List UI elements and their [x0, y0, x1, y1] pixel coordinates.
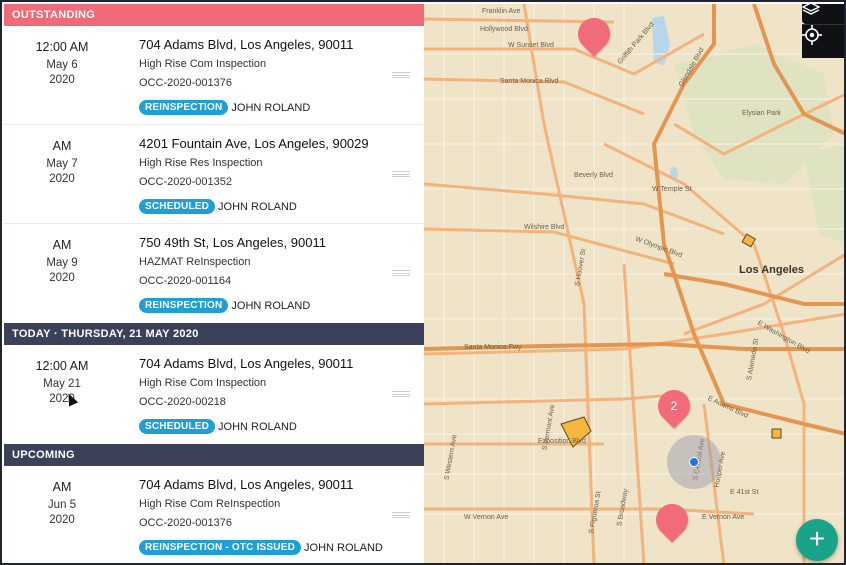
- item-type: High Rise Com ReInspection: [139, 498, 281, 510]
- item-case-number: OCC-2020-001376: [139, 77, 232, 89]
- status-badge: REINSPECTION - OTC ISSUED: [139, 540, 302, 555]
- list-item[interactable]: 12:00 AM May 6 2020 704 Adams Blvd, Los A…: [4, 26, 424, 125]
- item-type: High Rise Com Inspection: [139, 58, 267, 70]
- map-label-street: Wilshire Blvd: [524, 224, 565, 231]
- current-location-icon: [689, 457, 699, 467]
- item-address: 704 Adams Blvd, Los Angeles, 90011: [139, 477, 354, 492]
- layers-icon: [802, 4, 820, 15]
- item-inspector: JOHN ROLAND: [231, 299, 311, 312]
- item-type: High Rise Com Inspection: [139, 377, 267, 389]
- item-time: 12:00 AM: [35, 40, 89, 54]
- section-header-today: TODAY · THURSDAY, 21 MAY 2020: [4, 323, 424, 345]
- drag-handle-icon[interactable]: [392, 270, 410, 276]
- map-label-street: W Sunset Blvd: [508, 42, 554, 49]
- item-date: Jun 5 2020: [47, 499, 77, 526]
- status-badge: REINSPECTION: [139, 100, 229, 115]
- map-label-freeway: Santa Monica Fwy: [464, 344, 522, 351]
- item-time: AM: [52, 480, 72, 494]
- list-item[interactable]: AM May 7 2020 4201 Fountain Ave, Los Ange…: [4, 125, 424, 224]
- map-view[interactable]: Franklin Ave Hollywood Blvd W Sunset Blv…: [424, 4, 844, 563]
- locate-icon: [802, 25, 822, 45]
- drag-handle-icon[interactable]: [392, 171, 410, 177]
- map-city-label: Los Angeles: [739, 264, 804, 276]
- item-time: 12:00 AM: [35, 359, 89, 373]
- add-icon: +: [808, 523, 826, 554]
- item-time: AM: [52, 238, 72, 252]
- item-date: May 9 2020: [46, 257, 78, 284]
- map-label-street: E 41st St: [730, 489, 759, 496]
- item-address: 750 49th St, Los Angeles, 90011: [139, 235, 326, 250]
- list-item[interactable]: AM May 9 2020 750 49th St, Los Angeles, 9…: [4, 224, 424, 323]
- drag-handle-icon[interactable]: [392, 72, 410, 78]
- layers-button[interactable]: [802, 4, 844, 24]
- locate-button[interactable]: [802, 24, 844, 58]
- item-date: May 21 2020: [43, 378, 81, 405]
- map-label-street: Santa Monica Blvd: [500, 78, 559, 85]
- item-address: 704 Adams Blvd, Los Angeles, 90011: [139, 356, 354, 371]
- map-label-street: Franklin Ave: [482, 8, 521, 15]
- item-status-row: SCHEDULED JOHN ROLAND: [139, 419, 297, 434]
- map-label-street: W Vernon Ave: [464, 514, 509, 521]
- item-address: 704 Adams Blvd, Los Angeles, 90011: [139, 37, 354, 52]
- item-type: HAZMAT ReInspection: [139, 256, 251, 268]
- item-inspector: JOHN ROLAND: [218, 200, 297, 213]
- inspection-list[interactable]: OUTSTANDING 12:00 AM May 6 2020 704 Adams…: [4, 4, 424, 563]
- list-item[interactable]: AM Jun 5 2020 704 Adams Blvd, Los Angeles…: [4, 466, 424, 563]
- item-status-row: REINSPECTION JOHN ROLAND: [139, 100, 310, 115]
- item-inspector: JOHN ROLAND: [231, 101, 311, 114]
- drag-handle-icon[interactable]: [392, 391, 410, 397]
- status-badge: SCHEDULED: [139, 419, 216, 434]
- drag-handle-icon[interactable]: [392, 512, 410, 518]
- map-basemap: [424, 4, 844, 563]
- item-date: May 6 2020: [46, 59, 78, 86]
- cluster-count[interactable]: 2: [658, 390, 690, 422]
- item-type: High Rise Res Inspection: [139, 157, 263, 169]
- item-inspector: JOHN ROLAND: [304, 541, 383, 554]
- app-frame: OUTSTANDING 12:00 AM May 6 2020 704 Adams…: [0, 0, 846, 565]
- map-label-park: Elysian Park: [742, 110, 781, 117]
- map-label-street: E Vernon Ave: [702, 514, 745, 521]
- status-badge: SCHEDULED: [139, 199, 216, 214]
- list-item[interactable]: 12:00 AM May 21 2020 704 Adams Blvd, Los …: [4, 345, 424, 444]
- item-date: May 7 2020: [46, 158, 78, 185]
- item-address: 4201 Fountain Ave, Los Angeles, 90029: [139, 136, 369, 151]
- map-label-street: Beverly Blvd: [574, 172, 613, 179]
- section-header-upcoming: UPCOMING: [4, 444, 424, 466]
- item-case-number: OCC-2020-00218: [139, 396, 226, 408]
- item-status-row: REINSPECTION - OTC ISSUED JOHN ROLAND: [139, 540, 383, 555]
- item-inspector: JOHN ROLAND: [218, 420, 297, 433]
- item-case-number: OCC-2020-001352: [139, 176, 232, 188]
- section-header-outstanding: OUTSTANDING: [4, 4, 424, 26]
- item-time: AM: [52, 139, 72, 153]
- item-status-row: SCHEDULED JOHN ROLAND: [139, 199, 297, 214]
- map-label-street: W Temple St: [652, 186, 692, 193]
- map-label-street: Hollywood Blvd: [480, 26, 528, 33]
- item-case-number: OCC-2020-001164: [139, 275, 232, 287]
- status-badge: REINSPECTION: [139, 298, 229, 313]
- add-button[interactable]: +: [796, 519, 838, 561]
- item-status-row: REINSPECTION JOHN ROLAND: [139, 298, 310, 313]
- item-case-number: OCC-2020-001376: [139, 517, 232, 529]
